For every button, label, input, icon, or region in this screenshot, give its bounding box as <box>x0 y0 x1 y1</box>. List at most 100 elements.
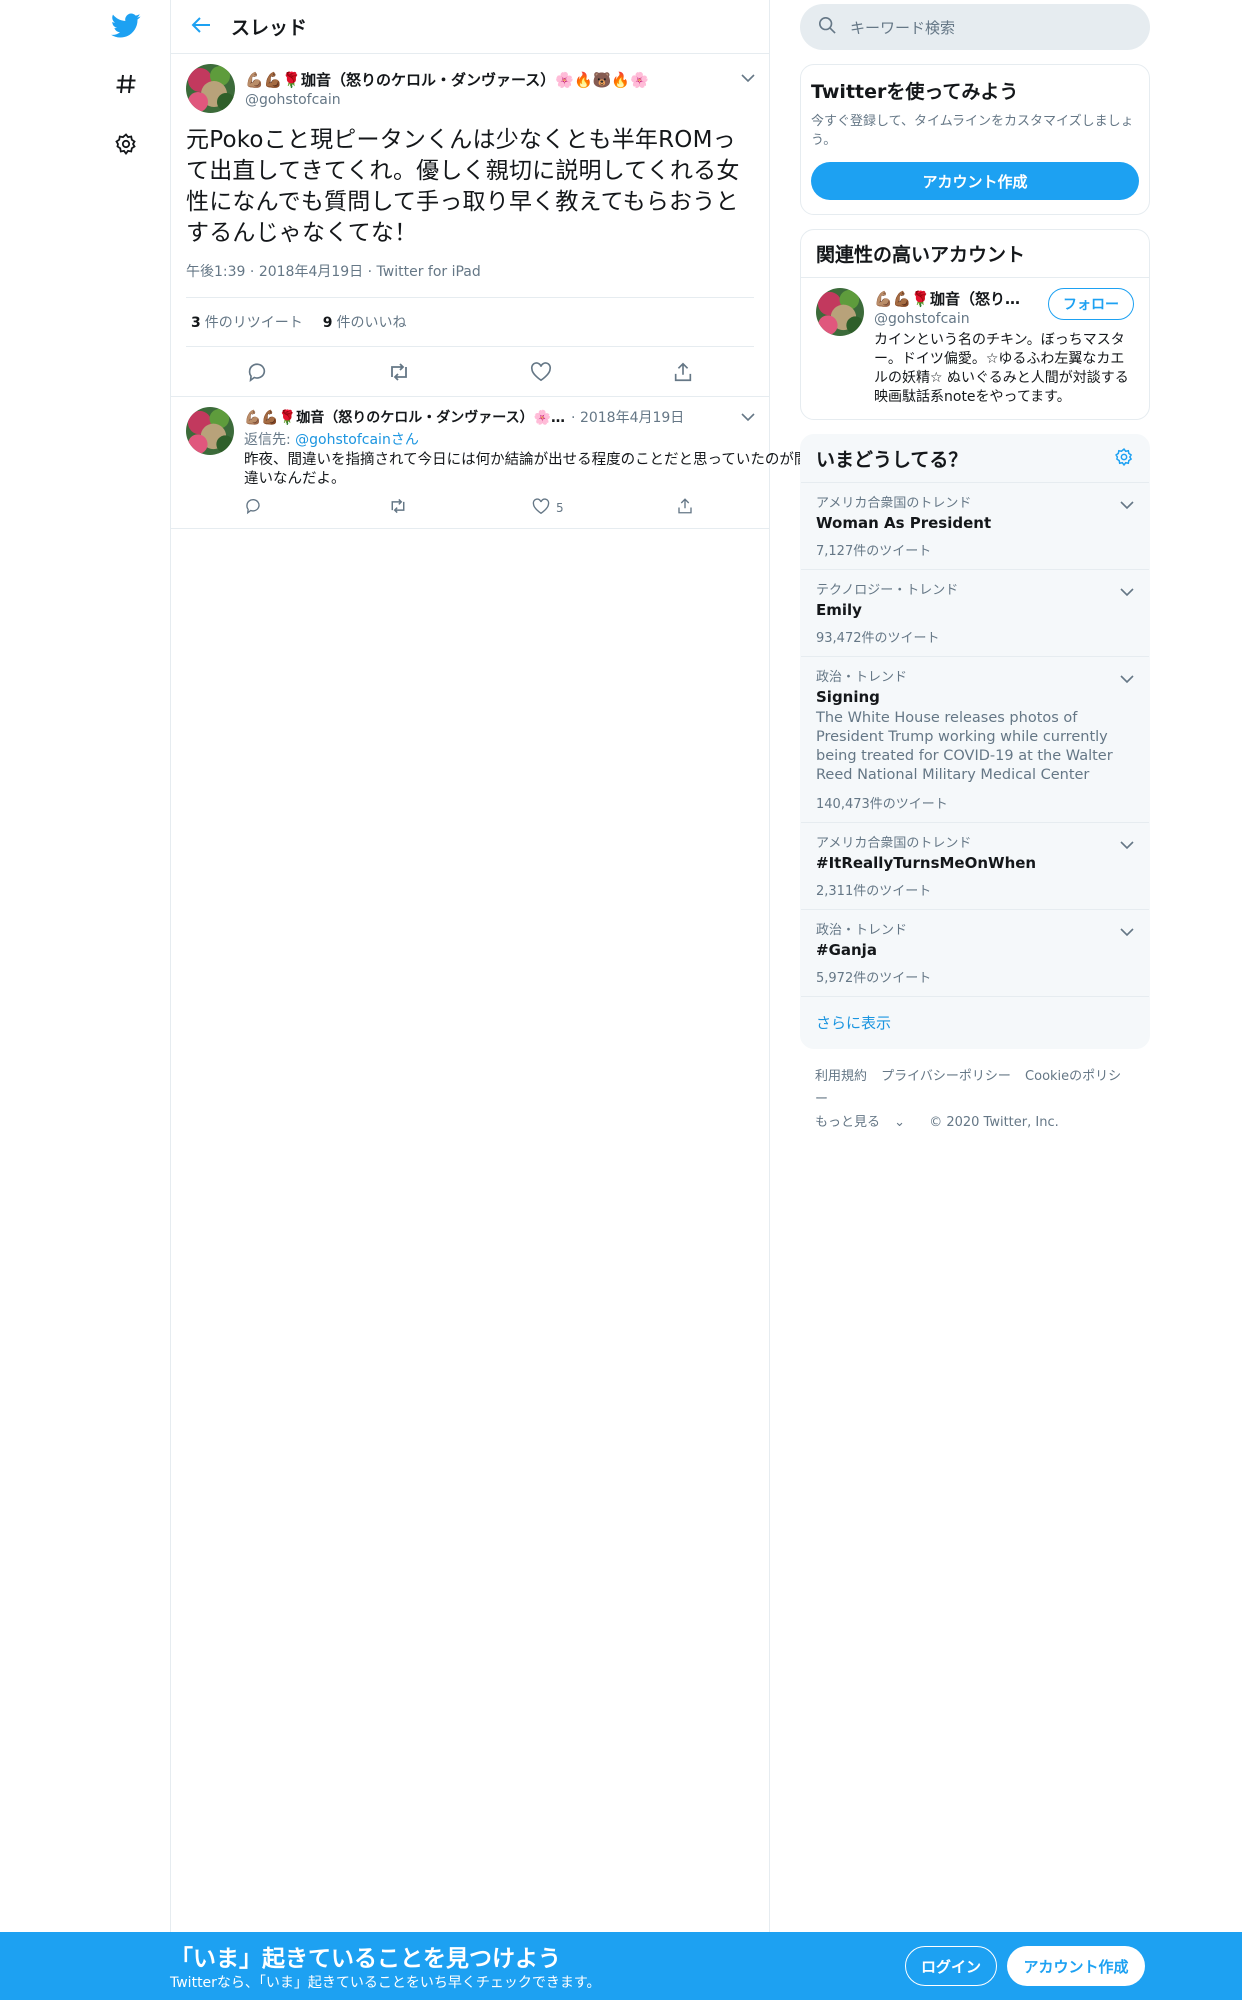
back-button[interactable] <box>171 0 231 54</box>
tweet-author[interactable]: 💪🏽💪🏾🌹珈音（怒りのケロル・ダンヴァース）🌸🔥🐻🔥🌸 @gohstofcain <box>186 64 754 113</box>
related-title: 関連性の高いアカウント <box>816 244 1026 266</box>
trend-count: 93,472件のツイート <box>816 631 940 646</box>
bottom-signup-bar: 「いま」起きていることを見つけよう Twitterなら、「いま」起きていることを… <box>0 1932 1242 2000</box>
chevron-down-icon[interactable] <box>1120 835 1134 854</box>
tweet-text: 元Pokoこと現ピータンくんは少なくとも半年ROMって出直してきてくれ。優しく親… <box>186 127 740 246</box>
related-display-name[interactable]: 💪🏽💪🏾🌹珈音（怒り… <box>874 288 1020 309</box>
hashtag-icon[interactable] <box>100 58 152 110</box>
reply-to-user-link[interactable]: @gohstofcain <box>295 432 391 448</box>
login-button[interactable]: ログイン <box>905 1946 997 1986</box>
like-count: 9 <box>322 315 333 331</box>
chevron-down-icon[interactable] <box>741 68 755 87</box>
like-label: 件のいいね <box>336 315 407 331</box>
chevron-down-icon[interactable] <box>1120 582 1134 601</box>
trend-item[interactable]: テクノロジー・トレンド Emily 93,472件のツイート <box>801 570 1149 657</box>
meta-separator: · <box>367 264 377 280</box>
more-link[interactable]: もっと見る ⌄ <box>815 1115 915 1130</box>
reply-like-button[interactable]: 5 <box>532 497 676 518</box>
trend-item[interactable]: 政治・トレンド Signing The White House releases… <box>801 657 1149 823</box>
reply-retweet-button[interactable] <box>388 497 532 518</box>
reply-like-count: 5 <box>556 500 564 515</box>
chevron-down-icon[interactable] <box>741 407 755 426</box>
tweet-stats: 3 件のリツイート 9 件のいいね <box>186 298 754 347</box>
trend-context: アメリカ合衆国のトレンド <box>816 836 972 851</box>
reply-reply-button[interactable] <box>244 497 388 518</box>
privacy-link[interactable]: プライバシーポリシー <box>881 1069 1011 1084</box>
like-icon[interactable] <box>521 352 561 392</box>
trend-count: 7,127件のツイート <box>816 544 932 559</box>
show-more-link[interactable]: さらに表示 <box>801 997 1149 1048</box>
trend-name: #Ganja <box>816 941 877 959</box>
reply-date[interactable]: · 2018年4月19日 <box>571 407 684 427</box>
reply-tweet[interactable]: 💪🏽💪🏾🌹珈音（怒りのケロル・ダンヴァース）🌸… · 2018年4月19日 返信… <box>171 397 808 529</box>
page-title: スレッド <box>231 17 308 39</box>
reply-to-prefix: 返信先: <box>244 432 296 448</box>
meta-separator: · <box>249 264 259 280</box>
trend-name: Woman As President <box>816 514 992 532</box>
signup-button[interactable]: アカウント作成 <box>1007 1946 1145 1986</box>
footer-links: 利用規約 プライバシーポリシー Cookieのポリシー もっと見る ⌄ © 20… <box>800 1065 1150 1134</box>
trends-title: いまどうしてる？ <box>816 449 968 471</box>
search-input[interactable]: キーワード検索 <box>800 4 1150 50</box>
chevron-down-icon[interactable] <box>1120 669 1134 688</box>
gear-icon[interactable] <box>100 118 152 170</box>
reply-icon <box>244 497 262 518</box>
tweet-time[interactable]: 午後1:39 <box>186 264 245 280</box>
trend-count: 2,311件のツイート <box>816 884 932 899</box>
search-icon <box>818 16 836 38</box>
trend-item[interactable]: アメリカ合衆国のトレンド Woman As President 7,127件のツ… <box>801 483 1149 570</box>
share-icon <box>676 497 694 518</box>
author-display-name[interactable]: 💪🏽💪🏾🌹珈音（怒りのケロル・ダンヴァース）🌸🔥🐻🔥🌸 <box>245 69 649 90</box>
twitter-logo-icon[interactable] <box>100 0 152 52</box>
reply-text: 昨夜、間違いを指摘されて今日には何か結論が出せる程度のことだと思っていたのが間違… <box>244 452 809 487</box>
share-icon[interactable] <box>663 352 703 392</box>
right-sidebar: キーワード検索 Twitterを使ってみよう 今すぐ登録して、タイムラインをカス… <box>800 0 1150 1134</box>
reply-share-button[interactable] <box>676 497 820 518</box>
follow-button[interactable]: フォロー <box>1048 288 1134 320</box>
reply-to-suffix: さん <box>390 432 419 448</box>
tweet-meta: 午後1:39 · 2018年4月19日 · Twitter for iPad <box>186 261 754 298</box>
thread-header: スレッド <box>171 0 769 54</box>
like-icon <box>532 497 550 518</box>
trend-name: Emily <box>816 601 862 619</box>
trend-count: 140,473件のツイート <box>816 797 948 812</box>
bottom-bar-title: 「いま」起きていることを見つけよう <box>170 1946 561 1972</box>
chevron-down-icon: ⌄ <box>894 1115 906 1130</box>
chevron-down-icon[interactable] <box>1120 495 1134 514</box>
tweet-client: Twitter for iPad <box>376 264 481 280</box>
create-account-button[interactable]: アカウント作成 <box>811 162 1139 200</box>
avatar[interactable] <box>186 64 235 113</box>
tweet-date[interactable]: 2018年4月19日 <box>259 264 363 280</box>
trend-name: #ItReallyTurnsMeOnWhen <box>816 854 1037 872</box>
reply-actions: 5 <box>244 497 820 518</box>
retweet-icon[interactable] <box>379 352 419 392</box>
avatar[interactable] <box>186 407 234 455</box>
chevron-down-icon[interactable] <box>1120 922 1134 941</box>
more-label: もっと見る <box>815 1115 881 1130</box>
trend-count: 5,972件のツイート <box>816 971 932 986</box>
retweet-label: 件のリツイート <box>204 315 303 331</box>
signup-description: 今すぐ登録して、タイムラインをカスタマイズしましょう。 <box>811 114 1134 148</box>
terms-link[interactable]: 利用規約 <box>815 1069 867 1084</box>
reply-date-text: 2018年4月19日 <box>579 410 685 426</box>
trend-context: 政治・トレンド <box>816 923 908 938</box>
copyright: © 2020 Twitter, Inc. <box>929 1115 1059 1130</box>
gear-icon[interactable] <box>1114 447 1134 471</box>
trend-item[interactable]: アメリカ合衆国のトレンド #ItReallyTurnsMeOnWhen 2,31… <box>801 823 1149 910</box>
reply-author-name[interactable]: 💪🏽💪🏾🌹珈音（怒りのケロル・ダンヴァース）🌸… <box>244 407 565 427</box>
bottom-bar-subtitle: Twitterなら、「いま」起きていることをいち早くチェックできます。 <box>170 1975 601 1991</box>
main-column: スレッド 💪🏽💪🏾🌹珈音（怒りのケロル・ダンヴァース）🌸🔥🐻🔥🌸 @gohsto… <box>170 0 808 1932</box>
like-stat[interactable]: 9 件のいいね <box>323 312 407 332</box>
trends-card: いまどうしてる？ アメリカ合衆国のトレンド Woman As President… <box>800 434 1150 1049</box>
back-arrow-icon <box>191 16 211 38</box>
retweet-stat[interactable]: 3 件のリツイート <box>191 312 303 332</box>
focus-tweet: 💪🏽💪🏾🌹珈音（怒りのケロル・ダンヴァース）🌸🔥🐻🔥🌸 @gohstofcain… <box>171 54 769 397</box>
avatar[interactable] <box>816 288 864 336</box>
trend-item[interactable]: 政治・トレンド #Ganja 5,972件のツイート <box>801 910 1149 997</box>
related-screen-name[interactable]: @gohstofcain <box>874 311 1020 327</box>
trend-description: The White House releases photos of Presi… <box>816 710 1113 783</box>
trend-context: テクノロジー・トレンド <box>816 583 959 598</box>
author-screen-name[interactable]: @gohstofcain <box>245 92 649 108</box>
reply-icon[interactable] <box>237 352 277 392</box>
trend-name: Signing <box>816 688 880 706</box>
